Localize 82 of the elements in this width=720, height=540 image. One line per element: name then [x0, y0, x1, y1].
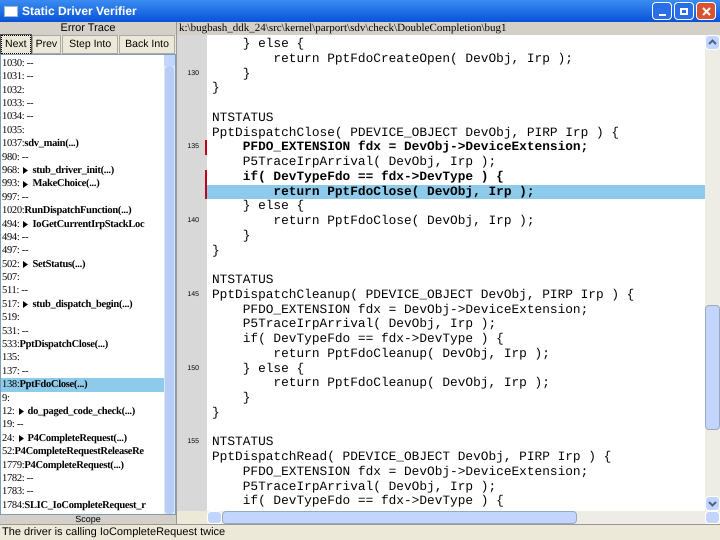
trace-item[interactable]: 968: stub_driver_init(...): [1, 164, 164, 178]
code-line: PptDispatchCleanup( PDEVICE_OBJECT DevObj, PIRP Irp ) {: [211, 288, 636, 302]
horizontal-scrollbar[interactable]: [207, 511, 720, 524]
trace-item[interactable]: 531: --: [1, 324, 164, 338]
toolbar-button[interactable]: Step Into: [62, 35, 118, 54]
code-line: P5TraceIrpArrival( DevObj, Irp );: [242, 155, 498, 170]
file-path: k:\bugbash_ddk_24\src\kernel\parport\sdv\check\DoubleCompletion\bug1: [177, 22, 720, 35]
trace-item[interactable]: 494: IoGetCurrentIrpStackLoc: [1, 218, 164, 232]
toolbar-button[interactable]: Prev: [32, 35, 62, 54]
code-line: }: [242, 391, 252, 406]
code-line: NTSTATUS: [211, 110, 274, 126]
minimize-button[interactable]: [652, 2, 672, 20]
restore-button[interactable]: [674, 2, 694, 20]
trace-item[interactable]: 517: stub_dispatch_begin(...): [1, 298, 164, 312]
close-button[interactable]: [696, 2, 716, 20]
code-line: return PptFdoCleanup( DevObj, Irp );: [272, 346, 551, 362]
code-line: NTSTATUS: [211, 273, 274, 288]
trace-item[interactable]: 12: do_paged_code_check(...): [1, 405, 164, 419]
code-line: P5TraceIrpArrival( DevObj, Irp );: [242, 317, 498, 332]
trace-item[interactable]: 9:: [1, 392, 164, 406]
expand-icon[interactable]: [23, 261, 28, 268]
trace-item[interactable]: 993: MakeChoice(...): [1, 178, 164, 191]
trace-item[interactable]: 1783: --: [1, 486, 164, 499]
code-line: } else {: [242, 199, 306, 214]
code-line: if( DevTypeFdo == fdx->DevType ) {: [242, 332, 505, 347]
code-line: PptDispatchRead( PDEVICE_OBJECT DevObj, PIRP Irp ) {: [211, 450, 612, 465]
expand-icon[interactable]: [23, 220, 28, 228]
trace-item[interactable]: 533:PptDispatchClose(...): [1, 338, 164, 352]
code-line: return PptFdoClose( DevObj, Irp );: [272, 214, 536, 229]
code-line: if( DevTypeFdo == fdx->DevType ) {: [242, 494, 505, 509]
trace-item[interactable]: 1020:RunDispatchFunction(...): [1, 204, 164, 218]
trace-item[interactable]: 19: --: [1, 418, 164, 432]
trace-item[interactable]: 519:: [1, 311, 164, 325]
code-line: P5TraceIrpArrival( DevObj, Irp );: [242, 480, 498, 494]
code-line: PFDO_EXTENSION fdx = DevObj->DeviceExtension;: [242, 302, 590, 318]
trace-item[interactable]: 1033: --: [1, 97, 164, 111]
trace-item[interactable]: 1782: --: [1, 472, 164, 486]
trace-item[interactable]: 1037:sdv_main(...): [1, 137, 164, 151]
code-line: }: [211, 406, 221, 420]
trace-item[interactable]: 507:: [1, 271, 164, 285]
code-line: }: [211, 244, 221, 258]
trace-item[interactable]: 1030: --: [1, 57, 164, 70]
trace-item[interactable]: 997: --: [1, 190, 164, 204]
trace-item[interactable]: 137: --: [1, 364, 164, 378]
scrollbar[interactable]: [164, 55, 175, 514]
trace-item[interactable]: 502: SetStatus(...): [1, 258, 164, 272]
trace-item[interactable]: 1779:P4CompleteRequest(...): [1, 458, 164, 472]
trace-item[interactable]: 135:: [1, 352, 164, 365]
trace-item[interactable]: 511: --: [1, 284, 164, 298]
code-line: PptDispatchClose( PDEVICE_OBJECT DevObj, PIRP Irp ) {: [211, 126, 620, 140]
expand-icon[interactable]: [23, 301, 28, 308]
toolbar-button[interactable]: Back Into: [119, 35, 175, 54]
trace-item[interactable]: 1784:SLIC_IoCompleteRequest_r: [1, 498, 164, 512]
code-line: NTSTATUS: [211, 435, 274, 450]
trace-item[interactable]: 24: P4CompleteRequest(...): [1, 432, 164, 446]
panel-header: Error Trace: [0, 22, 176, 35]
vertical-scrollbar[interactable]: [705, 35, 720, 511]
code-line: }: [242, 228, 252, 244]
trace-item[interactable]: 494: --: [1, 231, 164, 244]
code-line: return PptFdoCreateOpen( DevObj, Irp );: [272, 52, 574, 66]
trace-item[interactable]: 138:PptFdoClose(...): [1, 378, 164, 392]
trace-item[interactable]: 1034: --: [1, 110, 164, 124]
code-line: return PptFdoCleanup( DevObj, Irp );: [272, 376, 551, 391]
expand-icon[interactable]: [18, 435, 24, 442]
panel-footer: Scope: [0, 515, 176, 524]
code-line: }: [242, 66, 252, 82]
code-line: } else {: [242, 37, 306, 52]
trace-item[interactable]: 980: --: [1, 150, 164, 164]
status-bar: The driver is calling IoCompleteRequest twice: [0, 524, 720, 540]
toolbar-button[interactable]: Next: [1, 35, 31, 54]
trace-item[interactable]: 1031: --: [1, 70, 164, 84]
code-line: } else {: [242, 362, 306, 376]
window-title: Static Driver Verifier: [22, 3, 137, 20]
trace-item[interactable]: 497: --: [1, 244, 164, 258]
code-line: }: [211, 81, 221, 96]
code-line: PFDO_EXTENSION fdx = DevObj->DeviceExtension;: [242, 464, 590, 480]
trace-item[interactable]: 1032:: [1, 84, 164, 98]
app-icon: [4, 6, 18, 16]
trace-item[interactable]: 1035:: [1, 124, 164, 138]
trace-item[interactable]: 52:P4CompleteRequestReleaseRe: [1, 445, 164, 459]
expand-icon[interactable]: [18, 408, 24, 416]
close-icon: [702, 6, 710, 16]
